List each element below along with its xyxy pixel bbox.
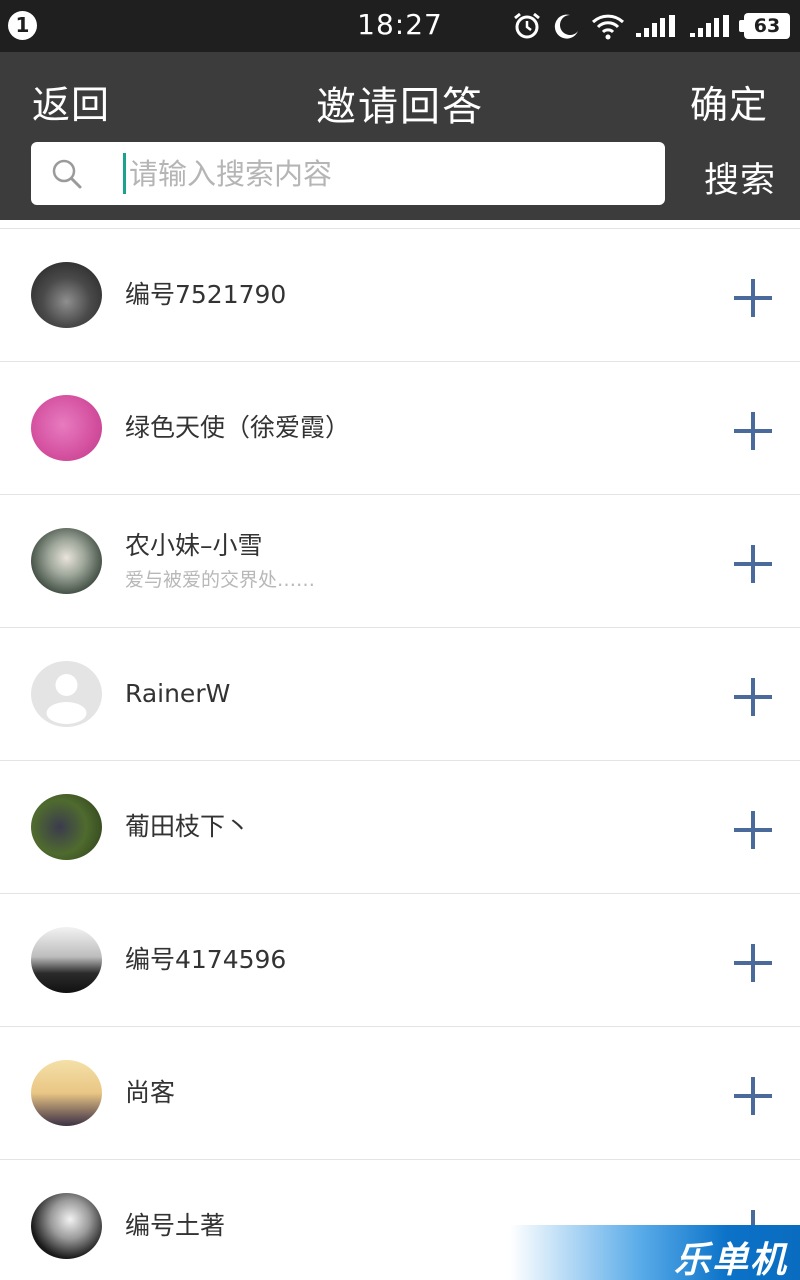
user-name: 农小妹–小雪 xyxy=(125,531,263,560)
add-button[interactable] xyxy=(734,1077,772,1115)
search-icon xyxy=(52,159,82,189)
avatar xyxy=(31,262,102,328)
confirm-button[interactable]: 确定 xyxy=(690,74,768,129)
avatar xyxy=(31,528,102,594)
status-icons: 63 xyxy=(512,10,790,42)
text-cursor xyxy=(123,153,126,194)
user-signature: 爱与被爱的交界处…… xyxy=(125,569,316,591)
add-button[interactable] xyxy=(734,678,772,716)
add-button[interactable] xyxy=(734,944,772,982)
wifi-icon xyxy=(591,14,625,40)
moon-icon xyxy=(554,14,578,39)
user-name: 编号4174596 xyxy=(125,945,287,974)
list-item[interactable]: 绿色天使（徐爱霞） xyxy=(0,362,800,495)
avatar xyxy=(31,1193,102,1259)
add-button[interactable] xyxy=(734,279,772,317)
add-button[interactable] xyxy=(734,412,772,450)
list-item[interactable]: 尚客 xyxy=(0,1027,800,1160)
signal-1-icon xyxy=(636,15,675,37)
signal-2-icon xyxy=(690,15,729,37)
watermark-text: 乐单机 xyxy=(673,1240,788,1280)
user-name: 绿色天使（徐爱霞） xyxy=(125,413,351,442)
watermark: 乐单机 xyxy=(510,1225,800,1280)
avatar xyxy=(31,661,102,727)
user-name: 尚客 xyxy=(125,1078,176,1107)
user-name: 编号土著 xyxy=(125,1211,226,1240)
avatar xyxy=(31,1060,102,1126)
list-item[interactable]: 编号4174596 xyxy=(0,894,800,1027)
add-button[interactable] xyxy=(734,811,772,849)
alarm-icon xyxy=(514,12,540,39)
add-button[interactable] xyxy=(734,545,772,583)
list-item[interactable]: 编号7521790 xyxy=(0,229,800,362)
avatar xyxy=(31,927,102,993)
search-input[interactable] xyxy=(129,142,649,205)
search-button[interactable]: 搜索 xyxy=(704,152,776,203)
user-name: RainerW xyxy=(125,679,231,708)
back-button[interactable]: 返回 xyxy=(32,74,110,129)
list-item[interactable]: 农小妹–小雪 爱与被爱的交界处…… xyxy=(0,495,800,628)
battery-indicator: 63 xyxy=(739,13,790,39)
user-name: 葡田枝下丶 xyxy=(125,812,251,841)
list-item[interactable]: 葡田枝下丶 xyxy=(0,761,800,894)
list-item[interactable]: RainerW xyxy=(0,628,800,761)
page-title: 邀请回答 xyxy=(316,84,484,130)
invite-list: 编号7521790 绿色天使（徐爱霞） 农小妹–小雪 爱与被爱的交界处…… Ra… xyxy=(0,228,800,1280)
app-header: 返回 邀请回答 确定 搜索 xyxy=(0,52,800,220)
avatar xyxy=(31,395,102,461)
search-box[interactable] xyxy=(31,142,665,205)
user-name: 编号7521790 xyxy=(125,280,287,309)
avatar xyxy=(31,794,102,860)
default-user-icon xyxy=(46,674,87,724)
status-bar: 1 18:27 63 xyxy=(0,0,800,52)
